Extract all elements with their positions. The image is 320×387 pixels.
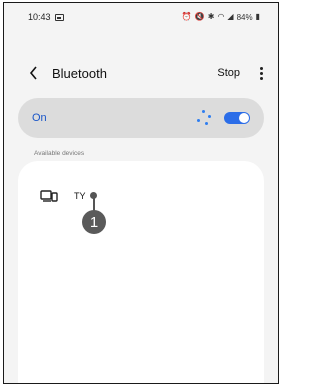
- battery-icon: ▮: [255, 12, 260, 21]
- available-devices-label: Available devices: [34, 150, 85, 157]
- bluetooth-on-label: On: [32, 112, 47, 124]
- app-bar: Bluetooth Stop: [4, 55, 278, 91]
- bluetooth-status-icon: ✱: [207, 12, 215, 21]
- stop-scan-button[interactable]: Stop: [217, 67, 240, 79]
- gallery-notification-icon: [54, 13, 64, 21]
- bluetooth-toggle-switch[interactable]: [224, 112, 250, 124]
- signal-icon: ◢: [227, 12, 234, 21]
- page-title: Bluetooth: [52, 65, 107, 81]
- scanning-indicator-icon: [196, 110, 212, 126]
- status-time: 10:43: [28, 12, 51, 22]
- mute-icon: 🔇: [194, 12, 205, 21]
- device-list-item[interactable]: TY: [18, 181, 264, 211]
- alarm-icon: ⏰: [181, 12, 192, 21]
- computer-icon: [40, 190, 58, 202]
- status-bar: 10:43 ⏰ 🔇 ✱ ◠ ◢ 84% ▮: [4, 3, 278, 31]
- more-options-icon[interactable]: [258, 66, 264, 80]
- annotation-number-badge: 1: [82, 210, 106, 234]
- device-name: TY: [74, 191, 86, 201]
- wifi-icon: ◠: [217, 12, 225, 21]
- bluetooth-master-switch-row[interactable]: On: [18, 98, 264, 138]
- available-devices-list: TY: [18, 161, 264, 383]
- phone-screen: 10:43 ⏰ 🔇 ✱ ◠ ◢ 84% ▮ Bluetooth Stop On: [3, 2, 279, 384]
- back-arrow-icon[interactable]: [26, 64, 40, 82]
- annotation-pointer-dot: [90, 192, 97, 199]
- battery-percent: 84%: [236, 12, 253, 22]
